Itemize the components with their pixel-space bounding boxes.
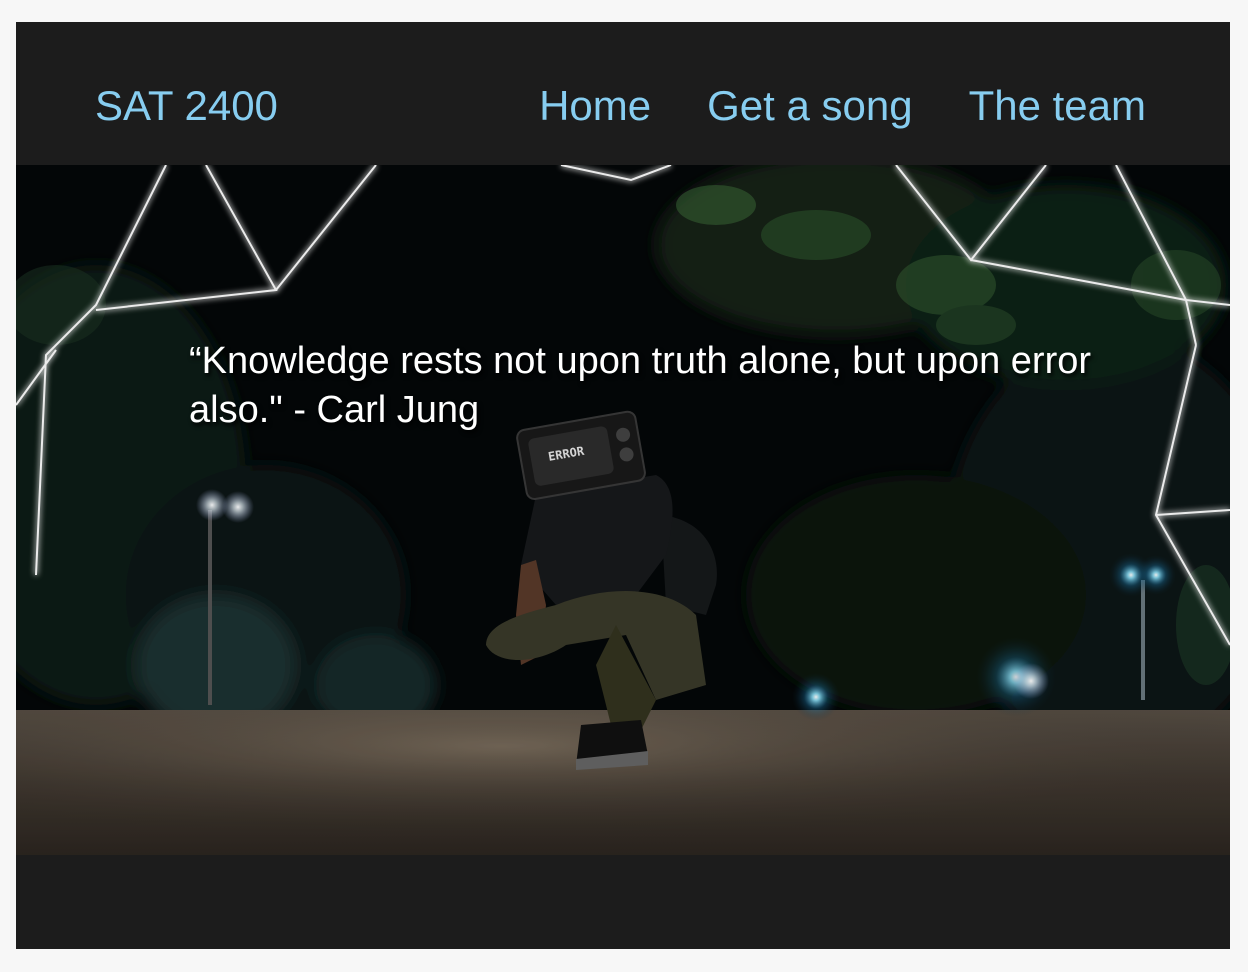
footer-band [16,855,1230,949]
brand-link[interactable]: SAT 2400 [95,80,278,132]
navbar: SAT 2400 Home Get a song The team [16,22,1230,165]
nav-the-team-link[interactable]: The team [969,80,1146,132]
hero-quote: “Knowledge rests not upon truth alone, b… [189,340,1092,431]
hero-section: ERROR “Knowledge rests not upon truth al… [16,165,1230,855]
site-frame: SAT 2400 Home Get a song The team ERROR … [16,22,1230,949]
hero-background-image: ERROR [16,165,1230,855]
nav-home-link[interactable]: Home [539,80,651,132]
nav-get-a-song-link[interactable]: Get a song [707,80,912,132]
nav-menu: Home Get a song The team [539,80,1146,132]
